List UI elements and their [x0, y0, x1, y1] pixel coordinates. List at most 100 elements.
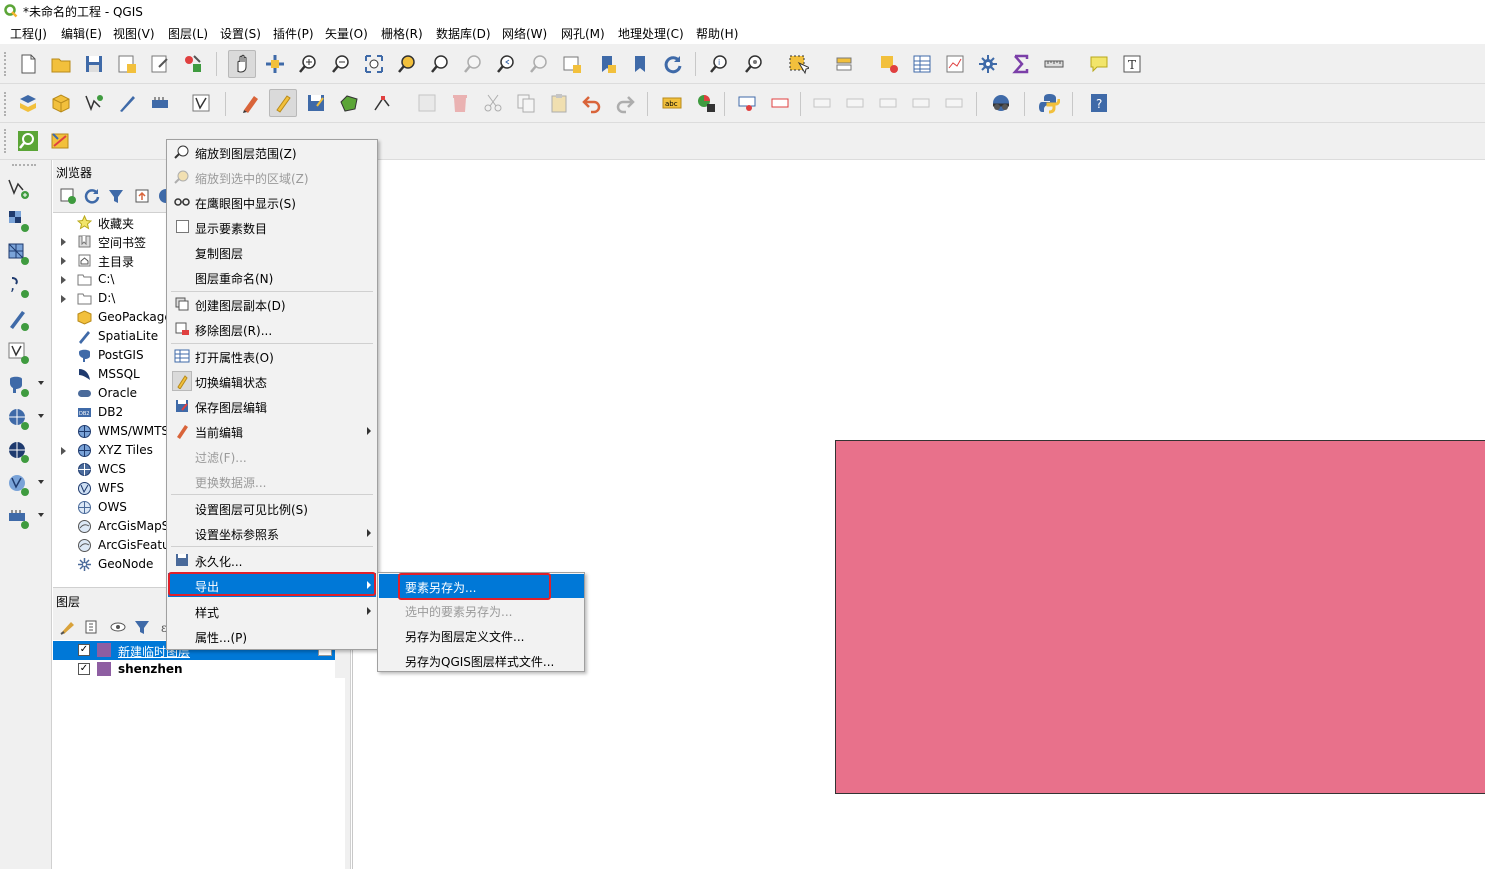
menu-duplicate-layer[interactable]: 创建图层副本(D)	[168, 292, 376, 316]
pan-to-selection-icon[interactable]	[261, 50, 289, 78]
print-layout-icon[interactable]	[146, 50, 174, 78]
menu-save-as-qgis-style[interactable]: 另存为QGIS图层样式文件...	[379, 648, 584, 672]
menu-processing[interactable]: 地理处理(C)	[618, 25, 684, 42]
menu-mesh[interactable]: 网孔(M)	[561, 25, 605, 42]
add-temporary-scratch-layer-icon[interactable]	[6, 505, 36, 533]
menu-save-as-layer-definition[interactable]: 另存为图层定义文件...	[379, 623, 584, 647]
menu-open-attribute-table[interactable]: 打开属性表(O)	[168, 344, 376, 368]
add-group-icon[interactable]	[83, 618, 101, 636]
run-action-icon[interactable]	[740, 50, 768, 78]
menu-project[interactable]: 工程(J)	[10, 25, 47, 42]
zoom-last-icon[interactable]	[492, 50, 520, 78]
delete-selected-icon[interactable]	[446, 89, 474, 117]
new-map-view-icon[interactable]	[558, 50, 586, 78]
highlight-labels-icon[interactable]	[766, 89, 794, 117]
menu-view[interactable]: 视图(V)	[113, 25, 155, 42]
map-tips-icon[interactable]	[1085, 50, 1113, 78]
show-hide-labels-icon[interactable]	[841, 89, 869, 117]
toolbar-grip[interactable]	[12, 164, 36, 168]
deselect-all-icon[interactable]	[875, 50, 903, 78]
menu-set-scale-visibility[interactable]: 设置图层可见比例(S)	[168, 496, 376, 520]
menu-set-crs[interactable]: 设置坐标参照系	[168, 521, 376, 545]
diagram-icon[interactable]	[692, 89, 720, 117]
menu-plugins[interactable]: 插件(P)	[273, 25, 314, 42]
save-as-icon[interactable]	[113, 50, 141, 78]
expand-arrow-icon[interactable]	[61, 257, 66, 265]
undo-icon[interactable]	[578, 89, 606, 117]
new-bookmark-icon[interactable]	[593, 50, 621, 78]
text-annotation-icon[interactable]: T	[1118, 50, 1146, 78]
menu-zoom-to-layer[interactable]: 缩放到图层范围(Z)	[168, 140, 376, 164]
add-spatialite-layer-icon[interactable]	[6, 307, 36, 335]
label-toolbar-icon[interactable]: abc	[658, 89, 686, 117]
rotate-label-icon[interactable]	[874, 89, 902, 117]
open-project-icon[interactable]	[47, 50, 75, 78]
menu-layer[interactable]: 图层(L)	[168, 25, 208, 42]
paste-features-icon[interactable]	[545, 89, 573, 117]
toggle-editing-icon[interactable]	[269, 89, 297, 117]
new-spatialite-icon[interactable]	[113, 89, 141, 117]
refresh-browser-icon[interactable]	[83, 187, 101, 205]
menu-make-permanent[interactable]: 永久化...	[168, 548, 376, 572]
modify-attributes-icon[interactable]	[413, 89, 441, 117]
add-wcs-layer-icon[interactable]	[6, 439, 36, 467]
toolbar-grip[interactable]	[4, 52, 8, 76]
filter-browser-icon[interactable]	[107, 187, 125, 205]
select-features-icon[interactable]	[784, 50, 812, 78]
globe-tracking-icon[interactable]	[987, 89, 1015, 117]
current-edits-icon[interactable]	[237, 89, 265, 117]
move-label-icon[interactable]	[808, 89, 836, 117]
menu-styles[interactable]: 样式	[168, 599, 376, 623]
menu-edit[interactable]: 编辑(E)	[61, 25, 102, 42]
expand-arrow-icon[interactable]	[61, 295, 66, 303]
menu-settings[interactable]: 设置(S)	[220, 25, 261, 42]
menu-help[interactable]: 帮助(H)	[696, 25, 738, 42]
checkbox-icon[interactable]	[176, 220, 189, 233]
new-virtual-layer-icon[interactable]	[187, 89, 215, 117]
identify-features-icon[interactable]: i	[705, 50, 733, 78]
expand-arrow-icon[interactable]	[61, 238, 66, 246]
toolbar-grip[interactable]	[4, 92, 8, 116]
layer-visibility-checkbox[interactable]: ✓	[78, 663, 90, 675]
add-wms-layer-icon[interactable]	[6, 406, 36, 434]
menu-remove-layer[interactable]: 移除图层(R)...	[168, 317, 376, 341]
zoom-to-selection-icon[interactable]	[393, 50, 421, 78]
zoom-next-icon[interactable]	[525, 50, 553, 78]
menu-show-in-overview[interactable]: 在鹰眼图中显示(S)	[168, 190, 376, 214]
label-properties-icon[interactable]	[940, 89, 968, 117]
menu-properties[interactable]: 属性...(P)	[168, 624, 376, 648]
add-virtual-layer-icon[interactable]	[6, 340, 36, 368]
add-mesh-layer-icon[interactable]	[6, 241, 36, 269]
menu-toggle-editing[interactable]: 切换编辑状态	[168, 369, 376, 393]
python-console-icon[interactable]	[1035, 89, 1063, 117]
menu-zoom-to-selection[interactable]: 缩放到选中的区域(Z)	[168, 165, 376, 189]
cut-features-icon[interactable]	[479, 89, 507, 117]
add-selected-layers-icon[interactable]	[59, 187, 77, 205]
menu-rename-layer[interactable]: 图层重命名(N)	[168, 265, 376, 289]
add-wfs-layer-icon[interactable]	[6, 472, 36, 500]
new-shapefile-icon[interactable]	[80, 89, 108, 117]
manage-map-themes-icon[interactable]	[109, 618, 127, 636]
toolbox-icon[interactable]	[974, 50, 1002, 78]
menu-web[interactable]: 网络(W)	[502, 25, 547, 42]
vertex-tool-icon[interactable]	[368, 89, 396, 117]
redo-icon[interactable]	[611, 89, 639, 117]
measure-line-icon[interactable]	[1040, 50, 1068, 78]
save-layer-edits-icon[interactable]	[302, 89, 330, 117]
zoom-out-icon[interactable]	[327, 50, 355, 78]
change-label-icon[interactable]	[907, 89, 935, 117]
locator-search-icon[interactable]	[14, 127, 42, 155]
zoom-full-icon[interactable]	[360, 50, 388, 78]
menu-save-layer-edits[interactable]: 保存图层编辑	[168, 394, 376, 418]
zoom-to-layer-icon[interactable]	[426, 50, 454, 78]
sigma-icon[interactable]	[1007, 50, 1035, 78]
open-layer-styling-icon[interactable]	[59, 618, 77, 636]
collapse-all-icon[interactable]	[133, 187, 151, 205]
new-project-icon[interactable]	[14, 50, 42, 78]
add-vector-layer-icon[interactable]	[6, 175, 36, 203]
copy-features-icon[interactable]	[512, 89, 540, 117]
pin-labels-icon[interactable]	[733, 89, 761, 117]
data-source-manager-icon[interactable]	[14, 89, 42, 117]
add-delimited-text-icon[interactable]: ,	[6, 274, 36, 302]
select-by-value-icon[interactable]	[830, 50, 858, 78]
